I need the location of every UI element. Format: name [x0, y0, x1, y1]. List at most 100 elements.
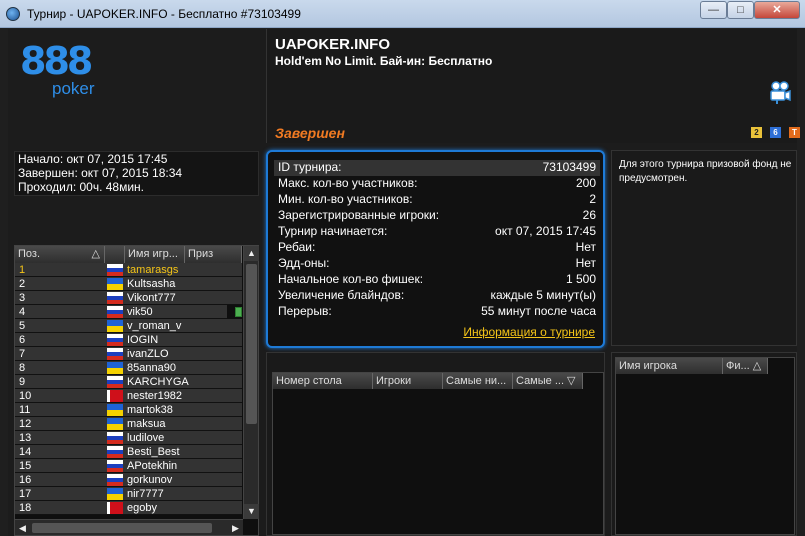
table-row[interactable]: 5 v_roman_v	[15, 319, 242, 333]
country-flag-icon	[107, 278, 123, 290]
player-position: 8	[15, 361, 105, 375]
scroll-down-icon[interactable]: ▼	[244, 504, 259, 519]
player-search-grid: Имя игрока Фи... △	[615, 357, 795, 535]
time-info-panel: Начало: окт 07, 2015 17:45 Завершен: окт…	[14, 151, 259, 196]
table-row[interactable]: 16 gorkunov	[15, 473, 242, 487]
search-header: Имя игрока Фи... △	[616, 358, 794, 374]
info-label: Турнир начинается:	[278, 224, 388, 238]
tables-header: Номер стола Игроки Самые ни... Самые ...…	[273, 373, 603, 389]
country-flag-icon	[107, 292, 123, 304]
tables-grid: Номер стола Игроки Самые ни... Самые ...…	[272, 372, 604, 535]
player-position: 4	[15, 305, 105, 319]
window-titlebar: Турнир - UAPOKER.INFO - Бесплатно #73103…	[0, 0, 805, 28]
country-flag-icon	[107, 390, 123, 402]
column-prize[interactable]: Приз	[185, 246, 242, 263]
info-row: Начальное кол-во фишек: 1 500	[278, 272, 596, 288]
column-player-name[interactable]: Имя игрока	[616, 358, 723, 374]
country-flag-icon	[107, 264, 123, 276]
duration: Проходил: 00ч. 48мин.	[18, 180, 145, 194]
column-highest[interactable]: Самые ... ▽	[513, 373, 583, 389]
country-flag-icon	[107, 306, 123, 318]
player-position: 12	[15, 417, 105, 431]
players-vertical-scrollbar[interactable]: ▲ ▼	[243, 246, 259, 519]
table-row[interactable]: 4 vik50	[15, 305, 242, 319]
column-flag[interactable]	[105, 246, 125, 263]
scroll-right-icon[interactable]: ▶	[228, 520, 243, 536]
table-row[interactable]: 9 KARCHYGA	[15, 375, 242, 389]
flag-cell	[105, 347, 125, 361]
maximize-button[interactable]: □	[727, 1, 754, 19]
player-position: 13	[15, 431, 105, 445]
column-table-number[interactable]: Номер стола	[273, 373, 373, 389]
table-row[interactable]: 7 ivanZLO	[15, 347, 242, 361]
player-name: APotekhin	[125, 459, 242, 473]
info-row: Турнир начинается: окт 07, 2015 17:45	[278, 224, 596, 240]
country-flag-icon	[107, 418, 123, 430]
scroll-up-icon[interactable]: ▲	[244, 246, 259, 261]
table-row[interactable]: 2 Kultsasha	[15, 277, 242, 291]
scroll-thumb[interactable]	[246, 264, 257, 424]
country-flag-icon	[107, 334, 123, 346]
flag-cell	[105, 501, 125, 515]
player-name: vik50	[125, 305, 227, 319]
badge-icon-1: 2	[751, 127, 762, 138]
info-label: Увеличение блайндов:	[278, 288, 405, 302]
info-row: Мин. кол-во участников: 2	[278, 192, 596, 208]
players-horizontal-scrollbar[interactable]: ◀ ▶	[15, 519, 243, 535]
player-name: 85anna90	[125, 361, 242, 375]
country-flag-icon	[107, 432, 123, 444]
table-row[interactable]: 8 85anna90	[15, 361, 242, 375]
player-position: 17	[15, 487, 105, 501]
observe-camera-icon[interactable]	[769, 81, 791, 105]
player-name: nir7777	[125, 487, 242, 501]
player-position: 16	[15, 473, 105, 487]
table-row[interactable]: 15 APotekhin	[15, 459, 242, 473]
info-label: Перерыв:	[278, 304, 332, 318]
table-row[interactable]: 13 ludilove	[15, 431, 242, 445]
column-players[interactable]: Игроки	[373, 373, 443, 389]
table-row[interactable]: 3 Vikont777	[15, 291, 242, 305]
info-label: Эдд-оны:	[278, 256, 330, 270]
close-button[interactable]: ✕	[754, 1, 800, 19]
country-flag-icon	[107, 488, 123, 500]
table-row[interactable]: 17 nir7777	[15, 487, 242, 501]
table-row[interactable]: 18 egoby	[15, 501, 242, 515]
tournament-info-link[interactable]: Информация о турнире	[463, 325, 595, 339]
player-name: egoby	[125, 501, 242, 515]
table-row[interactable]: 1 tamarasgs	[15, 263, 242, 277]
flag-cell	[105, 445, 125, 459]
column-position[interactable]: Поз. △	[15, 246, 105, 263]
minimize-button[interactable]: —	[700, 1, 727, 19]
flag-cell	[105, 277, 125, 291]
info-row: Ребаи: Нет	[278, 240, 596, 256]
info-value: Нет	[575, 240, 596, 254]
column-lowest[interactable]: Самые ни...	[443, 373, 513, 389]
hscroll-thumb[interactable]	[32, 523, 212, 533]
player-search-panel: Имя игрока Фи... △	[611, 352, 797, 536]
site-title: UAPOKER.INFO	[275, 36, 391, 53]
flag-cell	[105, 473, 125, 487]
player-position: 5	[15, 319, 105, 333]
player-position: 10	[15, 389, 105, 403]
info-value: окт 07, 2015 17:45	[495, 224, 596, 238]
flag-cell	[105, 403, 125, 417]
player-note-icon[interactable]	[235, 307, 242, 317]
player-name: Vikont777	[125, 291, 242, 305]
column-name[interactable]: Имя игр...	[125, 246, 185, 263]
column-chips[interactable]: Фи... △	[723, 358, 768, 374]
player-name: Kultsasha	[125, 277, 242, 291]
info-label: ID турнира:	[278, 160, 342, 174]
info-value: Нет	[575, 256, 596, 270]
table-row[interactable]: 10 nester1982	[15, 389, 242, 403]
table-row[interactable]: 14 Besti_Best	[15, 445, 242, 459]
tournament-status: Завершен	[275, 125, 345, 141]
player-position: 6	[15, 333, 105, 347]
flag-cell	[105, 319, 125, 333]
game-description: Hold'em No Limit. Бай-ин: Бесплатно	[275, 54, 493, 68]
table-row[interactable]: 11 martok38	[15, 403, 242, 417]
scroll-left-icon[interactable]: ◀	[15, 520, 30, 536]
logo-number: 888	[20, 39, 93, 83]
table-row[interactable]: 12 maksua	[15, 417, 242, 431]
table-row[interactable]: 6 IOGIN	[15, 333, 242, 347]
info-row: ID турнира: 73103499	[274, 160, 600, 176]
